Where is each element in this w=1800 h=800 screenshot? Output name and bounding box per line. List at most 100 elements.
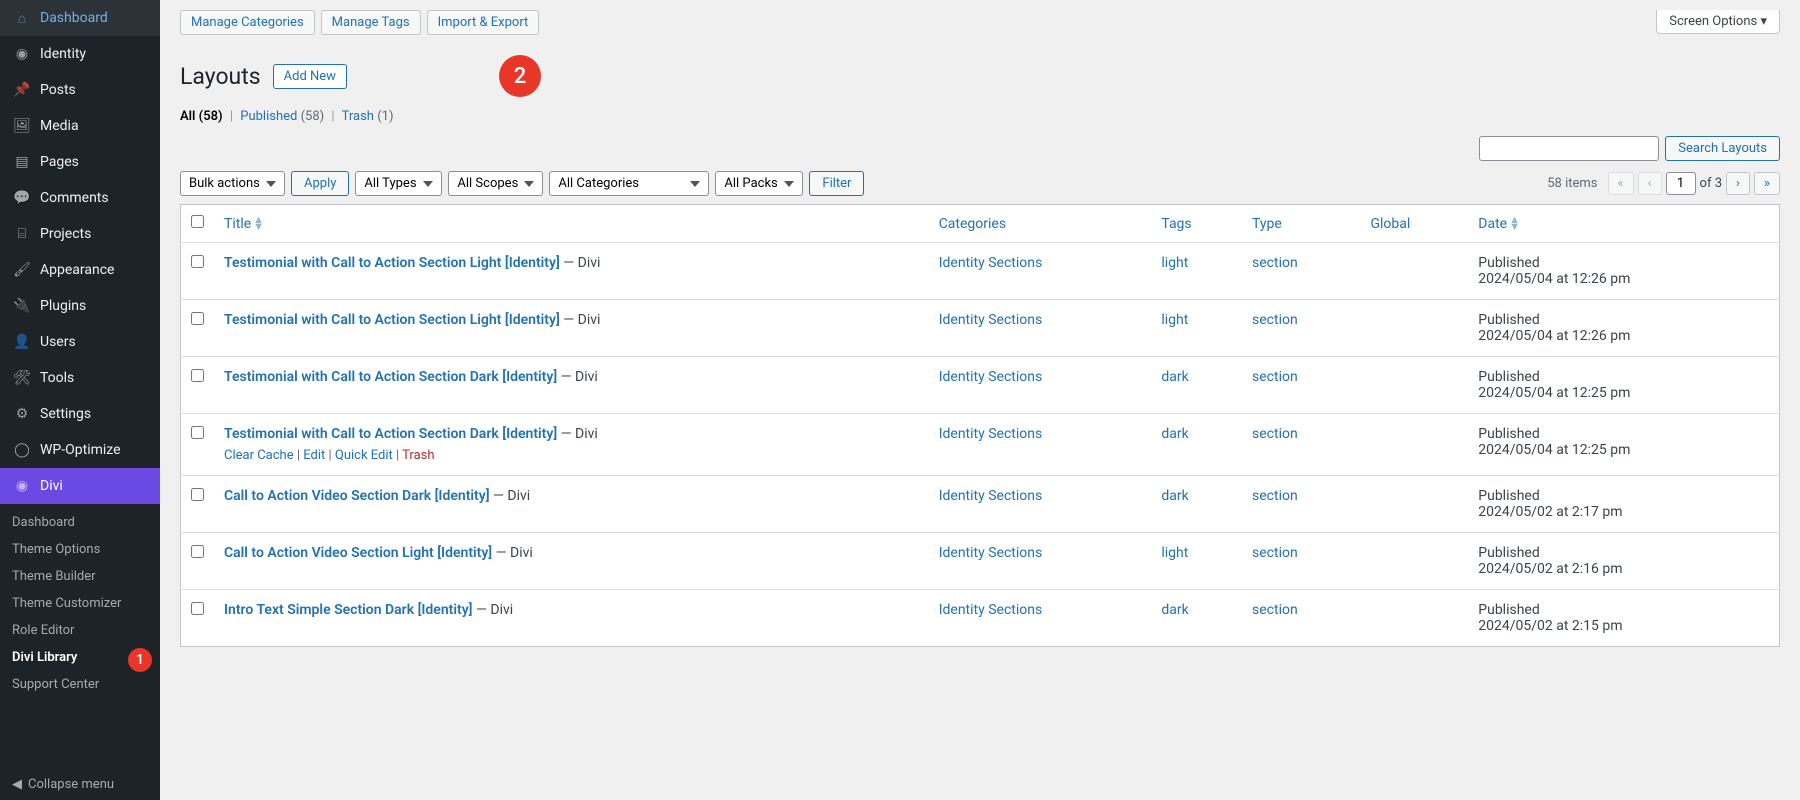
date-cell: Published2024/05/02 at 2:16 pm: [1468, 533, 1779, 590]
row-checkbox[interactable]: [191, 488, 204, 501]
col-categories[interactable]: Categories: [929, 205, 1152, 243]
first-page-button[interactable]: «: [1608, 172, 1634, 195]
sidebar-item-settings[interactable]: ⚙Settings: [0, 396, 160, 432]
row-checkbox[interactable]: [191, 426, 204, 439]
sidebar-item-posts[interactable]: 📌Posts: [0, 72, 160, 108]
tag-link[interactable]: dark: [1161, 488, 1188, 504]
apply-button[interactable]: Apply: [291, 171, 349, 196]
trash-link[interactable]: Trash: [402, 448, 434, 463]
type-link[interactable]: section: [1252, 426, 1298, 442]
pin-icon: 📌: [12, 80, 32, 100]
top-links: Manage Categories Manage Tags Import & E…: [180, 10, 539, 35]
layout-title-link[interactable]: Testimonial with Call to Action Section …: [224, 312, 560, 328]
clear-cache-link[interactable]: Clear Cache: [224, 448, 294, 463]
view-published[interactable]: Published (58): [240, 109, 324, 124]
collapse-menu-button[interactable]: ◀ Collapse menu: [0, 769, 160, 800]
step-badge-2: 2: [499, 55, 541, 97]
type-link[interactable]: section: [1252, 369, 1298, 385]
layout-title-link[interactable]: Call to Action Video Section Light [Iden…: [224, 545, 492, 561]
admin-sidebar: ⌂Dashboard◉Identity📌Posts🖼Media▤Pages💬Co…: [0, 0, 160, 800]
sidebar-item-projects[interactable]: ⌸Projects: [0, 216, 160, 252]
sidebar-item-comments[interactable]: 💬Comments: [0, 180, 160, 216]
submenu-item-divi-library[interactable]: Divi Library1: [0, 644, 160, 671]
type-link[interactable]: section: [1252, 488, 1298, 504]
submenu-item-theme-customizer[interactable]: Theme Customizer: [0, 590, 160, 617]
date-cell: Published2024/05/04 at 12:25 pm: [1468, 357, 1779, 414]
category-link[interactable]: Identity Sections: [939, 255, 1043, 271]
tag-link[interactable]: light: [1161, 312, 1188, 328]
sidebar-item-identity[interactable]: ◉Identity: [0, 36, 160, 72]
row-checkbox[interactable]: [191, 602, 204, 615]
category-link[interactable]: Identity Sections: [939, 426, 1043, 442]
next-page-button[interactable]: ›: [1726, 172, 1750, 195]
submenu-item-role-editor[interactable]: Role Editor: [0, 617, 160, 644]
type-link[interactable]: section: [1252, 312, 1298, 328]
sidebar-item-appearance[interactable]: 🖌Appearance: [0, 252, 160, 288]
type-link[interactable]: section: [1252, 255, 1298, 271]
layout-title-link[interactable]: Call to Action Video Section Dark [Ident…: [224, 488, 490, 504]
tag-link[interactable]: dark: [1161, 369, 1188, 385]
filter-button[interactable]: Filter: [809, 171, 864, 196]
submenu-item-theme-builder[interactable]: Theme Builder: [0, 563, 160, 590]
manage-tags-link[interactable]: Manage Tags: [321, 10, 421, 35]
screen-options-toggle[interactable]: Screen Options: [1656, 10, 1780, 34]
row-checkbox[interactable]: [191, 369, 204, 382]
col-global[interactable]: Global: [1360, 205, 1468, 243]
category-link[interactable]: Identity Sections: [939, 369, 1043, 385]
edit-link[interactable]: Edit: [303, 448, 325, 463]
row-checkbox[interactable]: [191, 312, 204, 325]
category-link[interactable]: Identity Sections: [939, 602, 1043, 618]
category-link[interactable]: Identity Sections: [939, 488, 1043, 504]
tag-link[interactable]: light: [1161, 255, 1188, 271]
category-link[interactable]: Identity Sections: [939, 545, 1043, 561]
quick-edit-link[interactable]: Quick Edit: [335, 448, 393, 463]
sidebar-item-label: Tools: [40, 370, 74, 386]
tag-link[interactable]: dark: [1161, 426, 1188, 442]
sidebar-item-media[interactable]: 🖼Media: [0, 108, 160, 144]
tag-link[interactable]: light: [1161, 545, 1188, 561]
manage-categories-link[interactable]: Manage Categories: [180, 10, 315, 35]
col-title[interactable]: Title▲▼: [214, 205, 929, 243]
submenu-item-dashboard[interactable]: Dashboard: [0, 509, 160, 536]
layout-title-link[interactable]: Testimonial with Call to Action Section …: [224, 369, 557, 385]
row-checkbox[interactable]: [191, 545, 204, 558]
category-link[interactable]: Identity Sections: [939, 312, 1043, 328]
categories-select[interactable]: All Categories: [549, 171, 709, 196]
select-all-checkbox[interactable]: [191, 215, 204, 228]
bulk-actions-select[interactable]: Bulk actions: [180, 171, 285, 196]
col-type[interactable]: Type: [1242, 205, 1360, 243]
sidebar-item-dashboard[interactable]: ⌂Dashboard: [0, 0, 160, 36]
search-layouts-button[interactable]: Search Layouts: [1665, 136, 1780, 161]
submenu-item-support-center[interactable]: Support Center: [0, 671, 160, 698]
row-checkbox[interactable]: [191, 255, 204, 268]
layout-title-link[interactable]: Testimonial with Call to Action Section …: [224, 255, 560, 271]
packs-select[interactable]: All Packs: [715, 171, 803, 196]
import-export-link[interactable]: Import & Export: [427, 10, 540, 35]
layout-title-link[interactable]: Intro Text Simple Section Dark [Identity…: [224, 602, 473, 618]
view-trash[interactable]: Trash (1): [342, 109, 394, 124]
col-tags[interactable]: Tags: [1151, 205, 1242, 243]
type-link[interactable]: section: [1252, 602, 1298, 618]
types-select[interactable]: All Types: [355, 171, 442, 196]
sidebar-item-label: WP-Optimize: [40, 442, 121, 458]
sidebar-item-tools[interactable]: 🛠Tools: [0, 360, 160, 396]
submenu-item-theme-options[interactable]: Theme Options: [0, 536, 160, 563]
sidebar-item-wp-optimize[interactable]: ◯WP-Optimize: [0, 432, 160, 468]
plug-icon: 🔌: [12, 296, 32, 316]
sidebar-item-users[interactable]: 👤Users: [0, 324, 160, 360]
type-link[interactable]: section: [1252, 545, 1298, 561]
view-all[interactable]: All (58): [180, 109, 223, 124]
page-input[interactable]: [1666, 172, 1696, 195]
prev-page-button[interactable]: ‹: [1638, 172, 1662, 195]
circle-logo-icon: ◉: [12, 44, 32, 64]
add-new-button[interactable]: Add New: [273, 64, 347, 89]
tag-link[interactable]: dark: [1161, 602, 1188, 618]
last-page-button[interactable]: »: [1754, 172, 1780, 195]
col-date[interactable]: Date▲▼: [1468, 205, 1779, 243]
search-input[interactable]: [1479, 136, 1659, 161]
layout-title-link[interactable]: Testimonial with Call to Action Section …: [224, 426, 557, 442]
sidebar-item-divi[interactable]: ◉Divi: [0, 468, 160, 504]
sidebar-item-plugins[interactable]: 🔌Plugins: [0, 288, 160, 324]
scopes-select[interactable]: All Scopes: [448, 171, 543, 196]
sidebar-item-pages[interactable]: ▤Pages: [0, 144, 160, 180]
